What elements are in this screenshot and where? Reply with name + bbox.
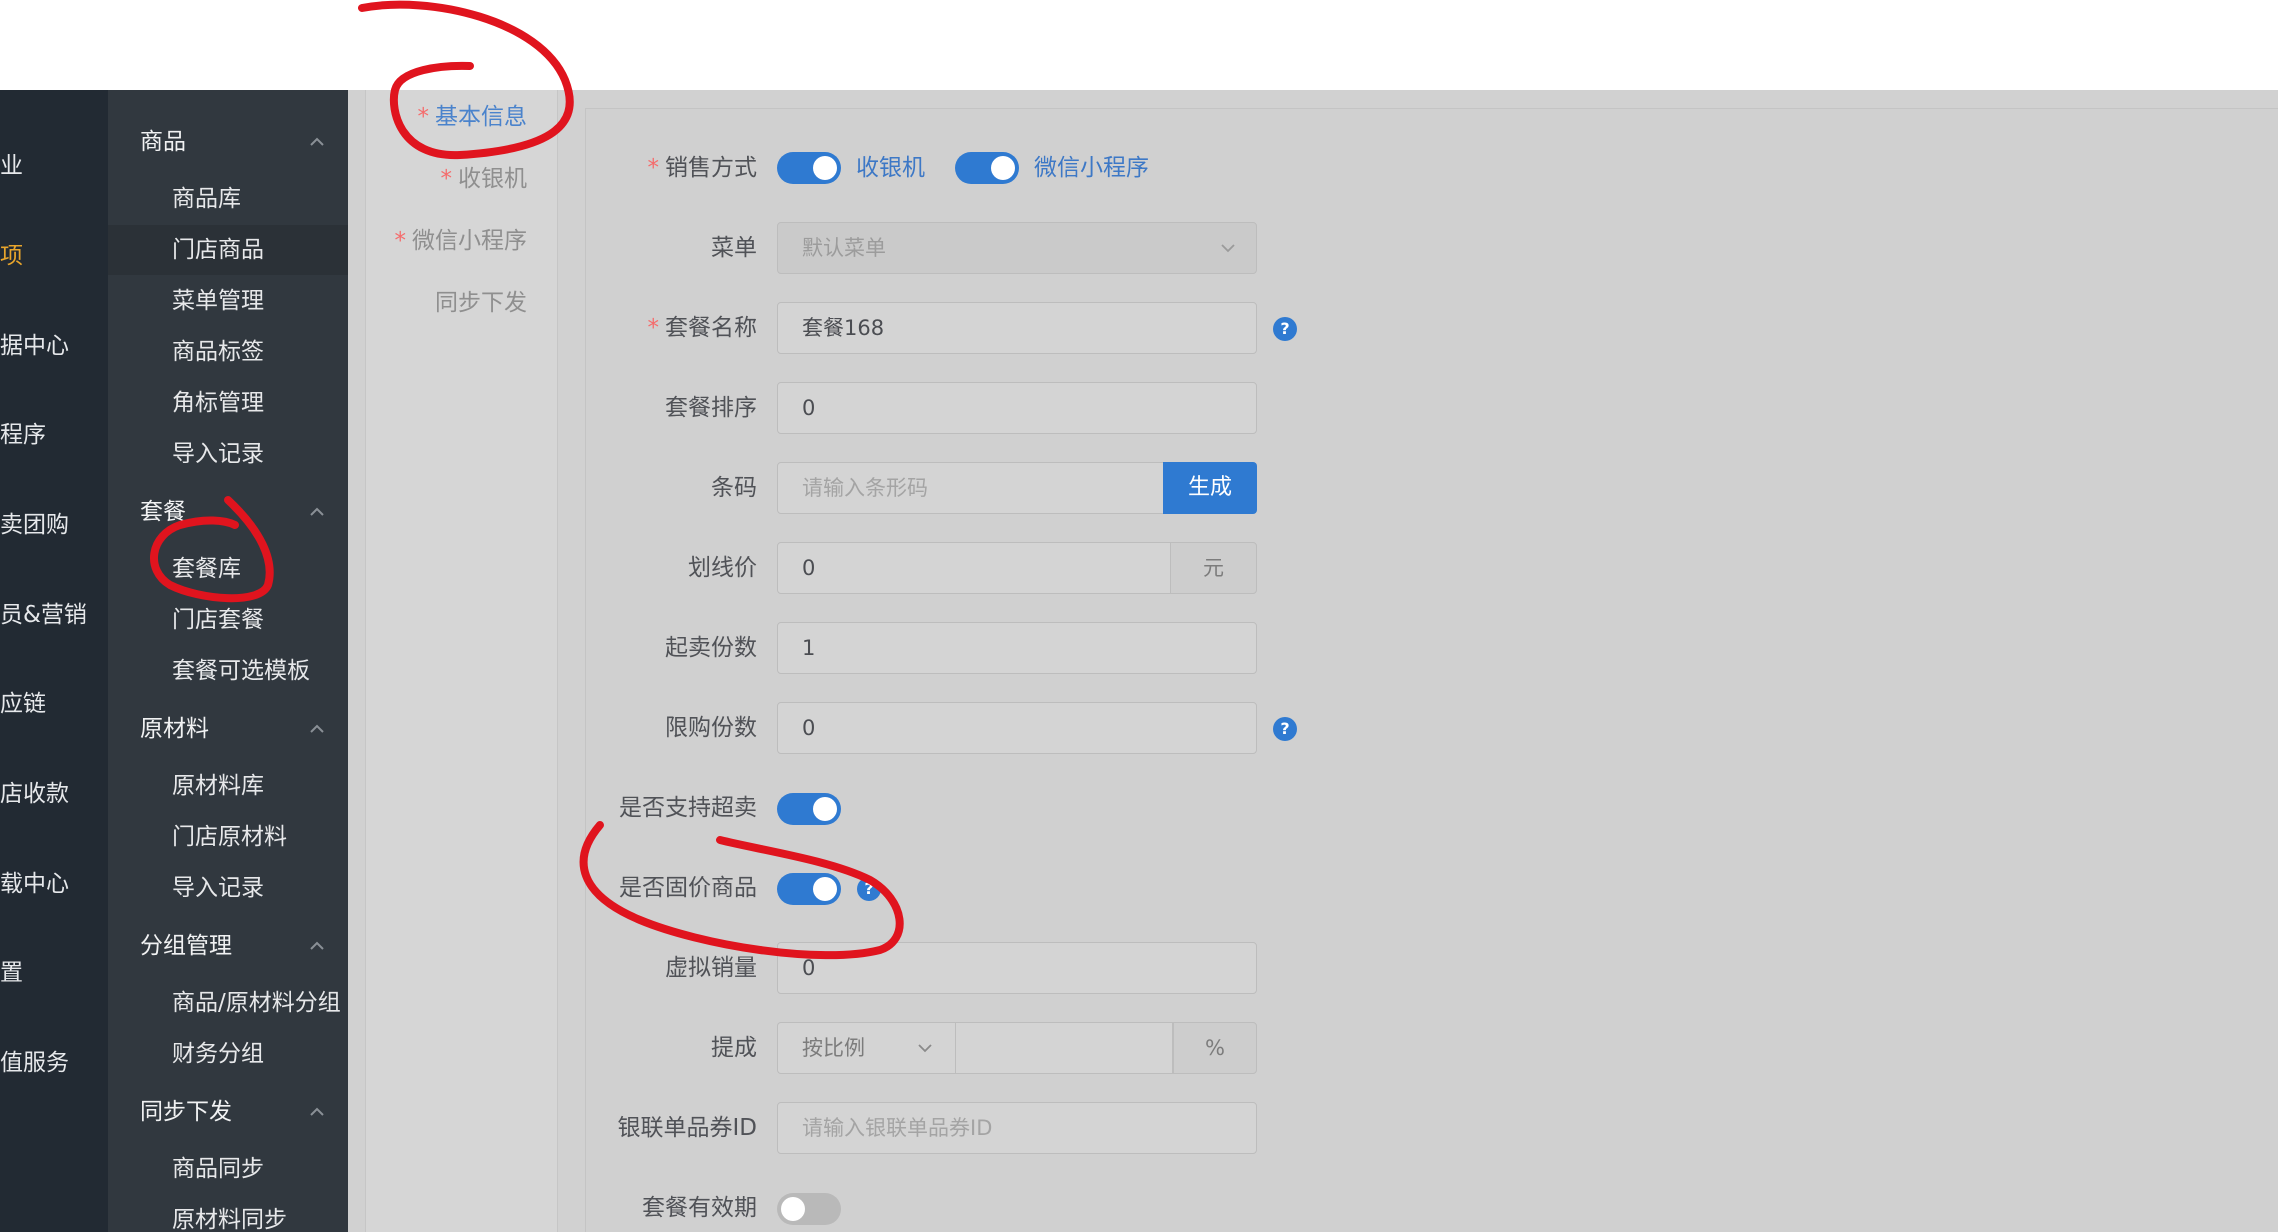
percent-unit: % (1173, 1022, 1257, 1074)
nav-item-combo-library[interactable]: 套餐库 (172, 554, 241, 584)
validity-label: 套餐有效期 (642, 1195, 757, 1221)
sale-mode-label: * 销售方式 (647, 155, 758, 181)
help-icon[interactable]: ? (857, 877, 881, 901)
primary-nav-item[interactable]: 值服务 (0, 1048, 108, 1078)
list-price-label: 划线价 (688, 555, 757, 581)
nav-group-material[interactable]: 原材料 (140, 714, 209, 744)
primary-nav: 业 项 据中心 程序 卖团购 员&营销 应链 店收款 载中心 置 值服务 (0, 90, 108, 1232)
virtual-sales-label: 虚拟销量 (665, 955, 757, 981)
nav-item-import-records[interactable]: 导入记录 (172, 439, 264, 469)
nav-group-combo[interactable]: 套餐 (140, 497, 186, 527)
primary-nav-item[interactable]: 程序 (0, 420, 108, 450)
miniprogram-toggle-label: 微信小程序 (1034, 155, 1149, 181)
step-cashier[interactable]: * 收银机 (441, 164, 528, 194)
oversell-toggle[interactable] (777, 793, 841, 825)
nav-item-material-library[interactable]: 原材料库 (172, 771, 264, 801)
nav-item-material-sync[interactable]: 原材料同步 (172, 1205, 287, 1232)
primary-nav-item[interactable]: 置 (0, 958, 108, 988)
barcode-input[interactable]: 请输入条形码 (777, 462, 1167, 514)
oversell-label: 是否支持超卖 (619, 795, 757, 821)
commission-value-input[interactable] (955, 1022, 1173, 1074)
primary-nav-item-active[interactable]: 项 (0, 241, 108, 271)
primary-nav-item[interactable]: 载中心 (0, 869, 108, 899)
primary-nav-item[interactable]: 员&营销 (0, 600, 108, 630)
validity-toggle[interactable] (777, 1193, 841, 1225)
commission-label: 提成 (711, 1035, 757, 1061)
chevron-up-icon[interactable] (306, 131, 328, 153)
yuan-unit: 元 (1170, 542, 1257, 594)
nav-item-menu-manage[interactable]: 菜单管理 (172, 286, 264, 316)
primary-nav-item[interactable]: 据中心 (0, 331, 108, 361)
generate-barcode-button[interactable]: 生成 (1163, 462, 1257, 514)
sort-input[interactable]: 0 (777, 382, 1257, 434)
nav-item-store-goods[interactable]: 门店商品 (172, 235, 264, 265)
secondary-nav: 商品 商品库 门店商品 菜单管理 商品标签 角标管理 导入记录 套餐 套餐库 门… (108, 90, 348, 1232)
virtual-sales-input[interactable]: 0 (777, 942, 1257, 994)
chevron-down-icon (918, 1044, 932, 1053)
nav-item-goods-library[interactable]: 商品库 (172, 184, 241, 214)
nav-item-store-combo[interactable]: 门店套餐 (172, 605, 264, 635)
combo-name-label: * 套餐名称 (647, 315, 758, 341)
limit-qty-label: 限购份数 (665, 715, 757, 741)
help-icon[interactable]: ? (1273, 717, 1297, 741)
nav-group-sync[interactable]: 同步下发 (140, 1097, 232, 1127)
nav-item-material-import[interactable]: 导入记录 (172, 873, 264, 903)
fixed-price-label: 是否固价商品 (619, 875, 757, 901)
step-sync[interactable]: 同步下发 (435, 288, 527, 318)
chevron-down-icon (1221, 244, 1235, 253)
fixed-price-toggle[interactable] (777, 873, 841, 905)
chevron-up-icon[interactable] (306, 718, 328, 740)
primary-nav-item[interactable]: 卖团购 (0, 510, 108, 540)
step-tabs: * 基本信息 * 收银机 * 微信小程序 同步下发 (365, 90, 558, 1232)
cashier-toggle[interactable] (777, 152, 841, 184)
nav-item-finance-group[interactable]: 财务分组 (172, 1039, 264, 1069)
sort-label: 套餐排序 (665, 395, 757, 421)
list-price-input[interactable]: 0 (777, 542, 1171, 594)
unionpay-id-input[interactable]: 请输入银联单品券ID (777, 1102, 1257, 1154)
min-qty-label: 起卖份数 (665, 635, 757, 661)
nav-group-group-manage[interactable]: 分组管理 (140, 931, 232, 961)
nav-item-goods-tags[interactable]: 商品标签 (172, 337, 264, 367)
nav-item-combo-templates[interactable]: 套餐可选模板 (172, 656, 310, 686)
nav-item-goods-sync[interactable]: 商品同步 (172, 1154, 264, 1184)
nav-item-corner-tags[interactable]: 角标管理 (172, 388, 264, 418)
limit-qty-input[interactable]: 0 (777, 702, 1257, 754)
nav-group-goods[interactable]: 商品 (140, 127, 186, 157)
nav-item-goods-material-group[interactable]: 商品/原材料分组 (172, 988, 341, 1018)
primary-nav-item[interactable]: 店收款 (0, 779, 108, 809)
step-basic-info[interactable]: * 基本信息 (418, 102, 528, 132)
min-qty-input[interactable]: 1 (777, 622, 1257, 674)
chevron-up-icon[interactable] (306, 501, 328, 523)
barcode-label: 条码 (711, 475, 757, 501)
help-icon[interactable]: ? (1273, 317, 1297, 341)
chevron-up-icon[interactable] (306, 935, 328, 957)
step-wechat-miniprogram[interactable]: * 微信小程序 (395, 226, 528, 256)
top-bar (0, 0, 2278, 90)
combo-name-input[interactable]: 套餐168 (777, 302, 1257, 354)
nav-item-store-material[interactable]: 门店原材料 (172, 822, 287, 852)
chevron-up-icon[interactable] (306, 1101, 328, 1123)
menu-select[interactable]: 默认菜单 (777, 222, 1257, 274)
miniprogram-toggle[interactable] (955, 152, 1019, 184)
unionpay-id-label: 银联单品券ID (617, 1115, 758, 1141)
primary-nav-item[interactable]: 应链 (0, 689, 108, 719)
primary-nav-item[interactable]: 业 (0, 151, 108, 181)
cashier-toggle-label: 收银机 (856, 155, 925, 181)
menu-label: 菜单 (711, 235, 757, 261)
